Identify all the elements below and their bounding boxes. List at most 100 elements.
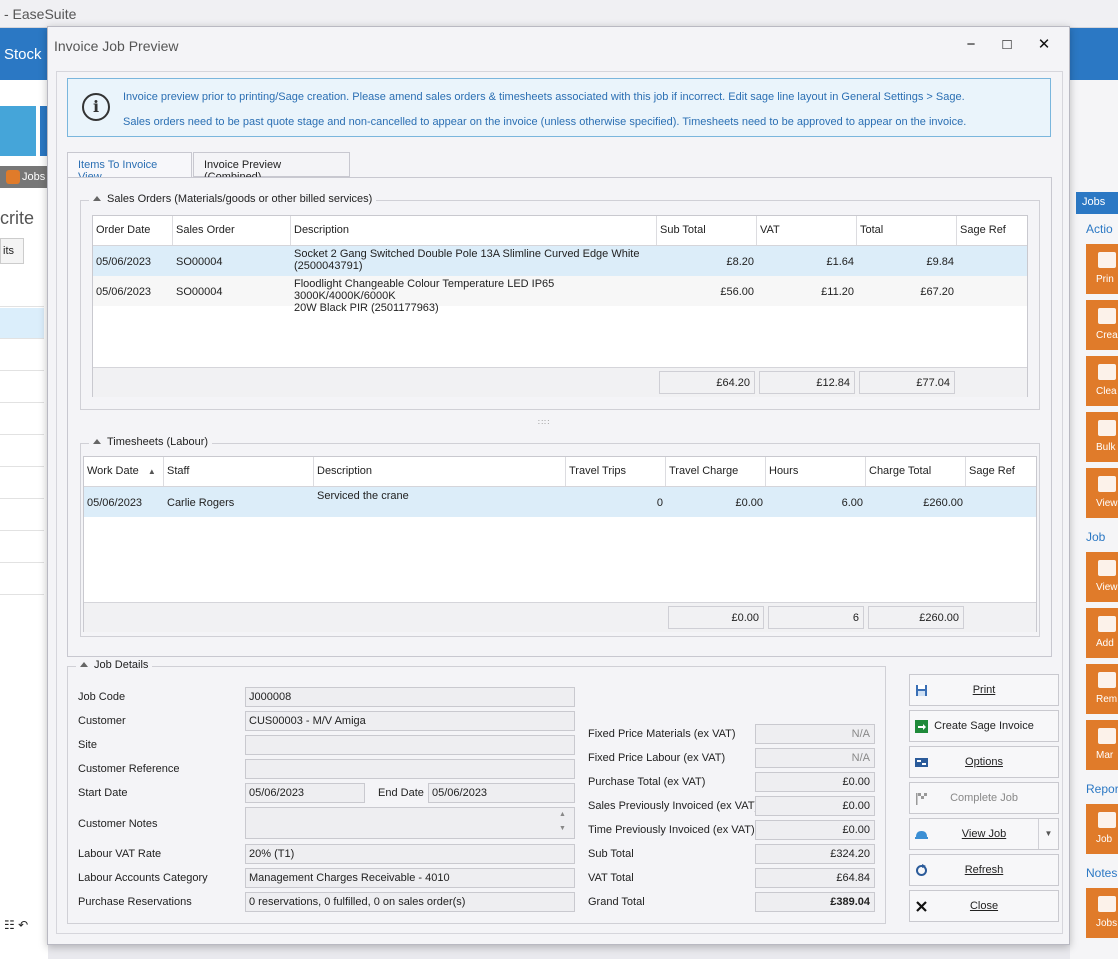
maximize-button[interactable]: □ xyxy=(995,35,1019,55)
job-details-group-title[interactable]: Job Details xyxy=(76,659,153,671)
create-sage-invoice-button[interactable]: Create Sage Invoice xyxy=(909,710,1059,742)
timesheets-group-title[interactable]: Timesheets (Labour) xyxy=(89,436,213,448)
units-tab[interactable]: its xyxy=(0,238,24,264)
col-total[interactable]: Total xyxy=(857,216,957,245)
customer-field[interactable]: CUS00003 - M/V Amiga xyxy=(245,711,575,731)
clear-ribbon-button[interactable]: Clea xyxy=(1086,356,1118,406)
col-sage-ref[interactable]: Sage Ref xyxy=(957,216,1027,245)
labour-accounts-category-field[interactable]: Management Charges Receivable - 4010 xyxy=(245,868,575,888)
list-item[interactable] xyxy=(0,372,44,403)
view-job-ribbon-button[interactable]: View xyxy=(1086,552,1118,602)
complete-job-button[interactable]: Complete Job xyxy=(909,782,1059,814)
col-vat[interactable]: VAT xyxy=(757,216,857,245)
minimize-button[interactable]: − xyxy=(959,35,983,55)
list-item[interactable] xyxy=(0,404,44,435)
notes-scroll-arrows[interactable]: ▲ ▼ xyxy=(559,808,566,836)
dialog-title: Invoice Job Preview xyxy=(54,38,179,54)
sales-previously-invoiced-field[interactable]: £0.00 xyxy=(755,796,875,816)
table-row[interactable]: 05/06/2023 SO00004 Floodlight Changeable… xyxy=(93,276,1027,314)
col-sub-total[interactable]: Sub Total xyxy=(657,216,757,245)
start-date-field[interactable]: 05/06/2023 xyxy=(245,783,365,803)
end-date-field[interactable]: 05/06/2023 xyxy=(428,783,575,803)
customer-reference-field[interactable] xyxy=(245,759,575,779)
print-ribbon-button[interactable]: Prin xyxy=(1086,244,1118,294)
ribbon-tab-stock[interactable]: Stock xyxy=(4,46,42,63)
view-job-button[interactable]: View Job ▼ xyxy=(909,818,1059,850)
info-icon: i xyxy=(82,93,110,121)
time-previously-invoiced-field[interactable]: £0.00 xyxy=(755,820,875,840)
sales-orders-group-title[interactable]: Sales Orders (Materials/goods or other b… xyxy=(89,193,377,205)
footer-sub-total: £64.20 xyxy=(659,371,755,394)
tab-panel-items: Sales Orders (Materials/goods or other b… xyxy=(67,177,1052,657)
fixed-price-materials-field[interactable]: N/A xyxy=(755,724,875,744)
close-button[interactable]: Close xyxy=(909,890,1059,922)
jobs-tab[interactable]: Jobs xyxy=(0,166,48,188)
add-ribbon-button[interactable]: Add xyxy=(1086,608,1118,658)
back-icon[interactable]: ↶ xyxy=(18,918,28,932)
col-description[interactable]: Description xyxy=(291,216,657,245)
col-sales-order[interactable]: Sales Order xyxy=(173,216,291,245)
sage-icon xyxy=(1098,308,1116,324)
cell-sub-total: £8.20 xyxy=(726,256,754,268)
col-staff[interactable]: Staff xyxy=(164,457,314,486)
view-ribbon-button[interactable]: View xyxy=(1086,468,1118,518)
grand-total-field[interactable]: £389.04 xyxy=(755,892,875,912)
calendar-icon xyxy=(1098,420,1116,436)
cell-total: £67.20 xyxy=(920,286,954,298)
labour-vat-rate-field[interactable]: 20% (T1) xyxy=(245,844,575,864)
dialog-content: i Invoice preview prior to printing/Sage… xyxy=(56,71,1063,934)
list-item[interactable] xyxy=(0,308,44,339)
purchase-reservations-field[interactable]: 0 reservations, 0 fulfilled, 0 on sales … xyxy=(245,892,575,912)
search-criteria-label: crite xyxy=(0,208,35,228)
list-item[interactable] xyxy=(0,532,44,563)
col-sage-ref[interactable]: Sage Ref xyxy=(966,457,1036,486)
table-row[interactable]: 05/06/2023 SO00004 Socket 2 Gang Switche… xyxy=(93,246,1027,276)
collapse-icon xyxy=(93,196,101,201)
customer-notes-field[interactable] xyxy=(245,807,575,839)
document-icon xyxy=(1098,812,1116,828)
jobs-ribbon-header[interactable]: Jobs xyxy=(1076,192,1118,214)
ribbon-group-label: Actio xyxy=(1086,222,1113,236)
close-window-button[interactable]: ✕ xyxy=(1032,35,1056,55)
cell-staff: Carlie Rogers xyxy=(167,497,235,509)
vat-total-field[interactable]: £64.84 xyxy=(755,868,875,888)
list-item[interactable] xyxy=(0,436,44,467)
list-item[interactable] xyxy=(0,340,44,371)
job-report-ribbon-button[interactable]: Job xyxy=(1086,804,1118,854)
mark-ribbon-button[interactable]: Mar xyxy=(1086,720,1118,770)
col-work-date[interactable]: Work Date ▲ xyxy=(84,457,164,486)
jobs-notes-ribbon-button[interactable]: Jobs xyxy=(1086,888,1118,938)
list-item[interactable] xyxy=(0,276,44,307)
remove-ribbon-button[interactable]: Rem xyxy=(1086,664,1118,714)
print-button[interactable]: Print xyxy=(909,674,1059,706)
list-item[interactable] xyxy=(0,468,44,499)
table-row[interactable]: 05/06/2023 Carlie Rogers Serviced the cr… xyxy=(84,487,1036,517)
sub-total-field[interactable]: £324.20 xyxy=(755,844,875,864)
site-field[interactable] xyxy=(245,735,575,755)
list-item[interactable] xyxy=(0,564,44,595)
list-item[interactable] xyxy=(0,500,44,531)
options-button[interactable]: Options xyxy=(909,746,1059,778)
purchase-total-field[interactable]: £0.00 xyxy=(755,772,875,792)
tab-invoice-preview-combined[interactable]: Invoice Preview (Combined) xyxy=(193,152,350,183)
tab-items-to-invoice[interactable]: Items To Invoice View xyxy=(67,152,192,183)
chevron-down-icon[interactable]: ▼ xyxy=(1038,819,1058,849)
col-charge-total[interactable]: Charge Total xyxy=(866,457,966,486)
refresh-button[interactable]: Refresh xyxy=(909,854,1059,886)
timesheets-group: Timesheets (Labour) Work Date ▲ Staff De… xyxy=(80,436,1040,637)
col-order-date[interactable]: Order Date xyxy=(93,216,173,245)
splitter-handle[interactable]: ∷∷ xyxy=(538,418,550,427)
ribbon-group-label: Notes xyxy=(1086,866,1118,880)
fixed-price-labour-field[interactable]: N/A xyxy=(755,748,875,768)
col-hours[interactable]: Hours xyxy=(766,457,866,486)
ribbon-button[interactable] xyxy=(0,106,36,156)
bulk-ribbon-button[interactable]: Bulk xyxy=(1086,412,1118,462)
create-ribbon-button[interactable]: Crea xyxy=(1086,300,1118,350)
col-travel-charge[interactable]: Travel Charge xyxy=(666,457,766,486)
checkered-flag-icon xyxy=(916,793,927,805)
col-travel-trips[interactable]: Travel Trips xyxy=(566,457,666,486)
hierarchy-icon[interactable]: ☷ xyxy=(4,918,15,932)
col-description[interactable]: Description xyxy=(314,457,566,486)
options-icon xyxy=(915,758,928,767)
job-code-field[interactable]: J000008 xyxy=(245,687,575,707)
